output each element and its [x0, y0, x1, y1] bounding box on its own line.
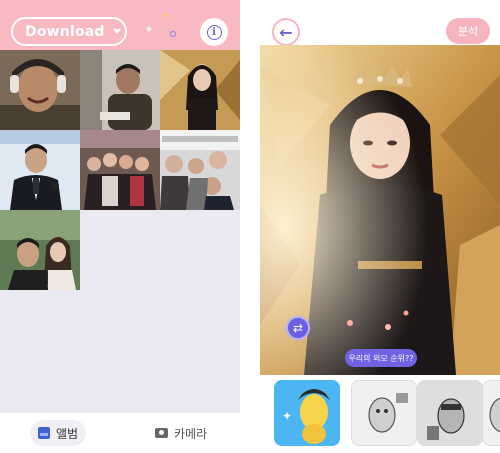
photo-thumbnail[interactable] [0, 50, 80, 130]
svg-text:✦: ✦ [282, 409, 292, 423]
chevron-down-icon [112, 29, 121, 34]
photo-thumbnail[interactable] [160, 130, 240, 210]
album-icon [38, 427, 50, 439]
question-bubble[interactable]: 우리의 외모 순위?? [345, 349, 417, 367]
character-card[interactable] [417, 380, 483, 446]
tab-camera[interactable]: 카메라 [147, 420, 215, 446]
photo-thumbnail[interactable] [0, 210, 80, 290]
analysis-screen: ← 분석 ⇄ 우리의 외모 순위?? ✦ [260, 0, 500, 453]
info-button[interactable]: i [200, 18, 228, 46]
album-dropdown[interactable]: Download [11, 17, 127, 46]
swap-button[interactable]: ⇄ [286, 316, 310, 340]
back-button[interactable]: ← [272, 18, 300, 46]
question-bubble-text: 우리의 외모 순위?? [348, 353, 414, 363]
info-icon: i [206, 24, 222, 40]
tab-album[interactable]: 앨범 [30, 420, 87, 446]
bottom-tab-bar: 앨범 카메라 [0, 413, 240, 453]
app-screens: Download i 앨범 카메라 ← 분석 ⇄ 우리의 외모 순위?? ✦ [0, 0, 500, 453]
album-dropdown-label: Download [25, 23, 105, 40]
character-card[interactable] [351, 380, 417, 446]
photo-thumbnail[interactable] [160, 50, 240, 130]
camera-icon [155, 428, 168, 438]
photo-thumbnail[interactable] [80, 50, 160, 130]
decoration-dot [147, 27, 151, 31]
info-glyph: i [212, 26, 216, 38]
photo-thumbnail[interactable] [80, 130, 160, 210]
album-header: Download i [0, 0, 240, 50]
analysis-header: ← 분석 [260, 0, 500, 46]
tab-camera-label: 카메라 [174, 426, 208, 441]
album-screen: Download i 앨범 카메라 [0, 0, 240, 453]
decoration-dot [170, 31, 176, 37]
photo-thumbnail[interactable] [0, 130, 80, 210]
character-card-selected[interactable]: ✦ [274, 380, 340, 446]
swap-icon: ⇄ [292, 321, 304, 335]
arrow-left-icon: ← [279, 22, 293, 42]
analyze-button[interactable]: 분석 [446, 18, 490, 44]
tab-album-label: 앨범 [56, 426, 79, 441]
analyze-button-label: 분석 [457, 25, 479, 38]
decoration-dot [164, 14, 167, 17]
character-card[interactable] [482, 380, 500, 446]
character-card-strip: ✦ [260, 375, 500, 453]
